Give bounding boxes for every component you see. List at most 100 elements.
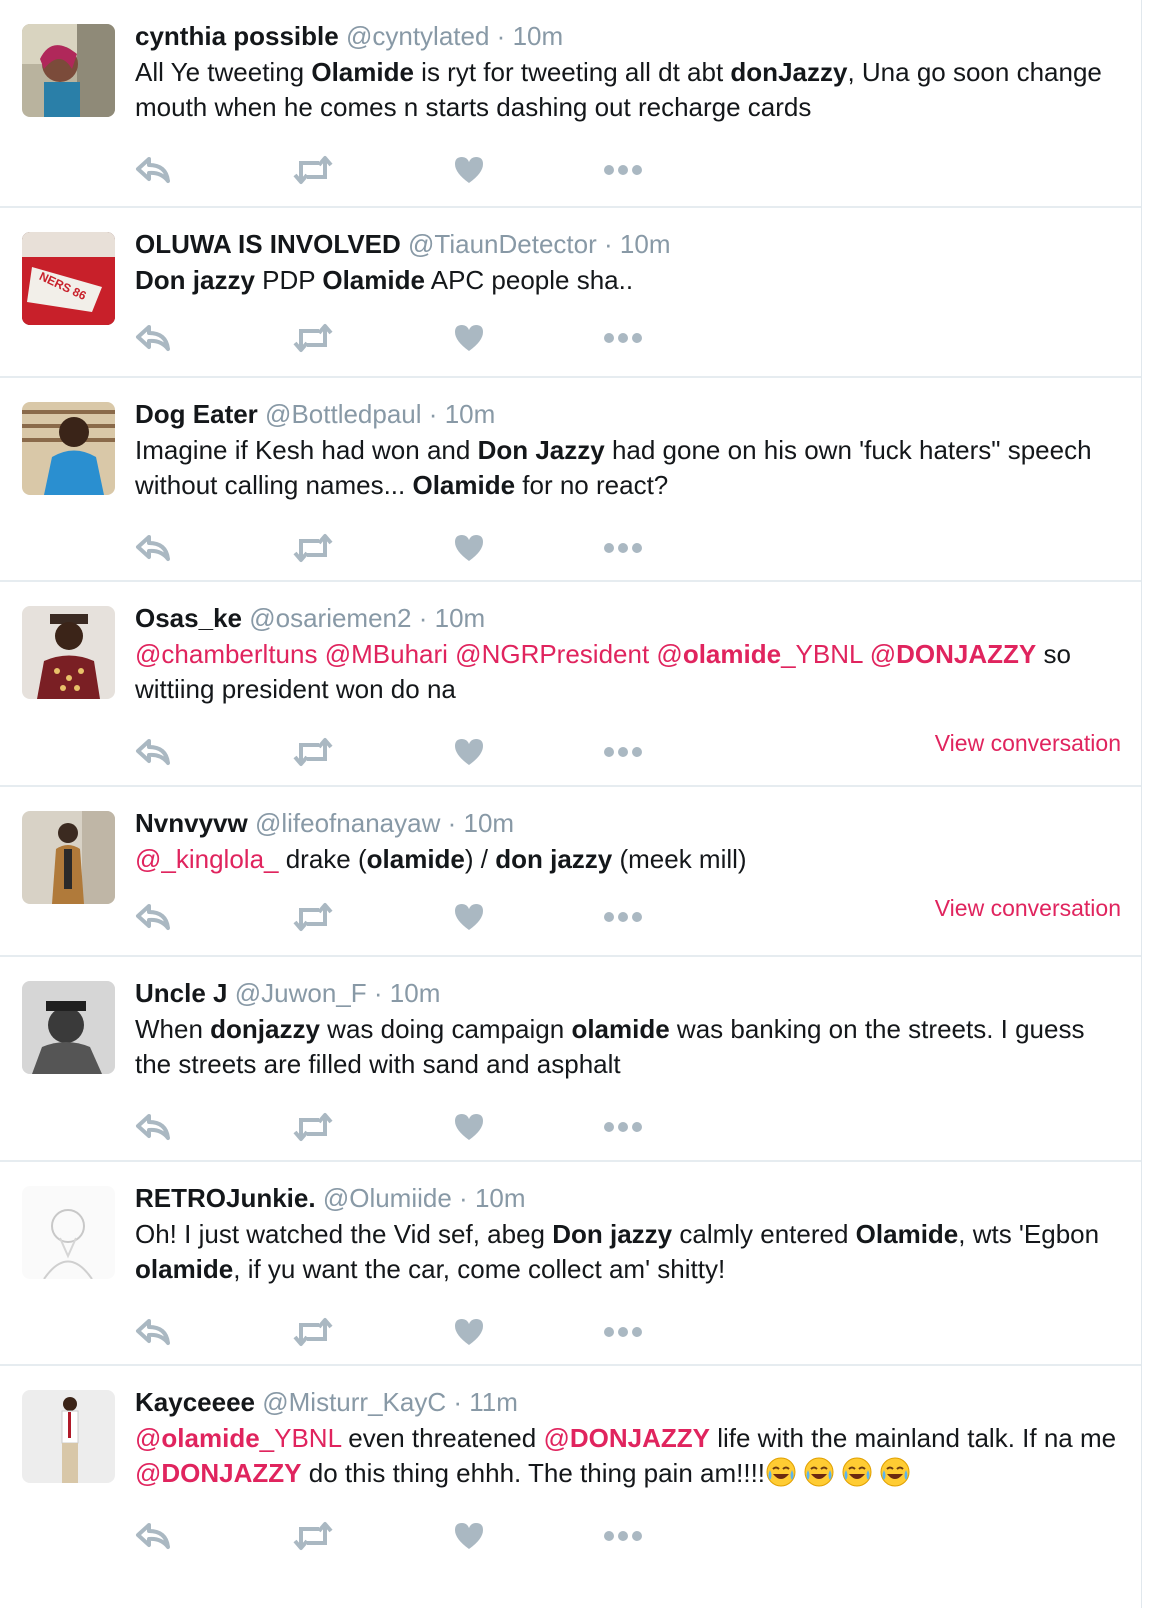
retweet-button[interactable]: [293, 897, 353, 937]
like-button[interactable]: [453, 1516, 513, 1556]
mention-link[interactable]: @chamberltuns: [135, 639, 317, 669]
more-icon: [603, 746, 643, 758]
mention-link[interactable]: @NGRPresident: [455, 639, 649, 669]
user-handle[interactable]: @Juwon_F: [235, 978, 367, 1008]
tweet[interactable]: Nvnvyvw @lifeofnanayaw · 10m @_kinglola_ …: [0, 785, 1141, 955]
retweet-button[interactable]: [293, 318, 353, 358]
mention-link[interactable]: @: [135, 1458, 161, 1488]
timestamp[interactable]: 10m: [445, 399, 496, 429]
more-button[interactable]: [603, 897, 663, 937]
avatar[interactable]: [22, 24, 115, 117]
display-name[interactable]: Kayceeee: [135, 1387, 255, 1417]
user-handle[interactable]: @Olumiide: [323, 1183, 452, 1213]
user-handle[interactable]: @TiaunDetector: [408, 229, 597, 259]
like-icon: [453, 902, 485, 932]
mention-link[interactable]: @: [135, 1423, 161, 1453]
mention-link[interactable]: @: [656, 639, 682, 669]
reply-button[interactable]: [135, 897, 195, 937]
reply-button[interactable]: [135, 732, 195, 772]
view-conversation-link[interactable]: View conversation: [935, 730, 1121, 757]
mention-link[interactable]: DONJAZZY: [161, 1458, 301, 1488]
tweet[interactable]: RETROJunkie. @Olumiide · 10m Oh! I just w…: [0, 1160, 1141, 1364]
tweet[interactable]: Osas_ke @osariemen2 · 10m @chamberltuns @…: [0, 580, 1141, 785]
avatar[interactable]: [22, 981, 115, 1074]
like-button[interactable]: [453, 318, 513, 358]
retweet-button[interactable]: [293, 150, 353, 190]
separator-dot: ·: [428, 399, 438, 429]
tweet-actions: [135, 528, 695, 568]
retweet-button[interactable]: [293, 1107, 353, 1147]
display-name[interactable]: OLUWA IS INVOLVED: [135, 229, 401, 259]
timestamp[interactable]: 10m: [620, 229, 671, 259]
retweet-button[interactable]: [293, 1516, 353, 1556]
more-button[interactable]: [603, 1107, 663, 1147]
mention-link[interactable]: @: [870, 639, 896, 669]
tweet-text: Don jazzy PDP Olamide APC people sha..: [135, 263, 1120, 298]
display-name[interactable]: RETROJunkie.: [135, 1183, 316, 1213]
avatar[interactable]: [22, 402, 115, 495]
tweet[interactable]: NERS 86 OLUWA IS INVOLVED @TiaunDetector …: [0, 206, 1141, 376]
display-name[interactable]: Uncle J: [135, 978, 228, 1008]
timestamp[interactable]: 11m: [469, 1387, 518, 1417]
mention-link[interactable]: olamide: [161, 1423, 259, 1453]
reply-button[interactable]: [135, 1107, 195, 1147]
display-name[interactable]: cynthia possible: [135, 21, 339, 51]
reply-button[interactable]: [135, 1312, 195, 1352]
like-button[interactable]: [453, 732, 513, 772]
user-handle[interactable]: @Bottledpaul: [265, 399, 422, 429]
like-icon: [453, 737, 485, 767]
avatar[interactable]: NERS 86: [22, 232, 115, 325]
mention-link[interactable]: @_kinglola_: [135, 844, 278, 874]
display-name[interactable]: Nvnvyvw: [135, 808, 248, 838]
timestamp[interactable]: 10m: [513, 21, 564, 51]
mention-link[interactable]: DONJAZZY: [570, 1423, 710, 1453]
more-button[interactable]: [603, 318, 663, 358]
mention-link[interactable]: @MBuhari: [325, 639, 448, 669]
view-conversation-link[interactable]: View conversation: [935, 895, 1121, 922]
like-button[interactable]: [453, 1312, 513, 1352]
retweet-button[interactable]: [293, 732, 353, 772]
timestamp[interactable]: 10m: [475, 1183, 526, 1213]
display-name[interactable]: Osas_ke: [135, 603, 242, 633]
retweet-button[interactable]: [293, 1312, 353, 1352]
more-button[interactable]: [603, 1312, 663, 1352]
user-handle[interactable]: @osariemen2: [249, 603, 411, 633]
mention-link[interactable]: @: [543, 1423, 569, 1453]
like-button[interactable]: [453, 528, 513, 568]
mention-link[interactable]: _YBNL: [781, 639, 862, 669]
separator-dot: ·: [373, 978, 383, 1008]
avatar[interactable]: [22, 1186, 115, 1279]
reply-button[interactable]: [135, 150, 195, 190]
tweet[interactable]: Kayceeee @Misturr_KayC · 11m @olamide_YBN…: [0, 1364, 1141, 1608]
reply-button[interactable]: [135, 1516, 195, 1556]
avatar[interactable]: [22, 1390, 115, 1483]
more-button[interactable]: [603, 1516, 663, 1556]
tweet[interactable]: cynthia possible @cyntylated · 10m All Ye…: [0, 0, 1141, 206]
like-button[interactable]: [453, 150, 513, 190]
mention-link[interactable]: olamide: [683, 639, 781, 669]
more-button[interactable]: [603, 150, 663, 190]
avatar[interactable]: [22, 606, 115, 699]
retweet-button[interactable]: [293, 528, 353, 568]
reply-button[interactable]: [135, 528, 195, 568]
user-handle[interactable]: @Misturr_KayC: [262, 1387, 446, 1417]
tweet[interactable]: Dog Eater @Bottledpaul · 10m Imagine if K…: [0, 376, 1141, 580]
user-handle[interactable]: @lifeofnanayaw: [255, 808, 440, 838]
reply-button[interactable]: [135, 318, 195, 358]
tweet[interactable]: Uncle J @Juwon_F · 10m When donjazzy was …: [0, 955, 1141, 1160]
mention-link[interactable]: _YBNL: [260, 1423, 341, 1453]
like-button[interactable]: [453, 897, 513, 937]
more-button[interactable]: [603, 732, 663, 772]
avatar[interactable]: [22, 811, 115, 904]
mention-link[interactable]: DONJAZZY: [896, 639, 1036, 669]
tweet-header: Dog Eater @Bottledpaul · 10m: [135, 398, 495, 430]
tears-of-joy-emoji: [879, 1456, 911, 1488]
tweet-header: Nvnvyvw @lifeofnanayaw · 10m: [135, 807, 514, 839]
more-button[interactable]: [603, 528, 663, 568]
user-handle[interactable]: @cyntylated: [346, 21, 489, 51]
timestamp[interactable]: 10m: [464, 808, 515, 838]
timestamp[interactable]: 10m: [390, 978, 441, 1008]
timestamp[interactable]: 10m: [435, 603, 486, 633]
like-button[interactable]: [453, 1107, 513, 1147]
display-name[interactable]: Dog Eater: [135, 399, 258, 429]
